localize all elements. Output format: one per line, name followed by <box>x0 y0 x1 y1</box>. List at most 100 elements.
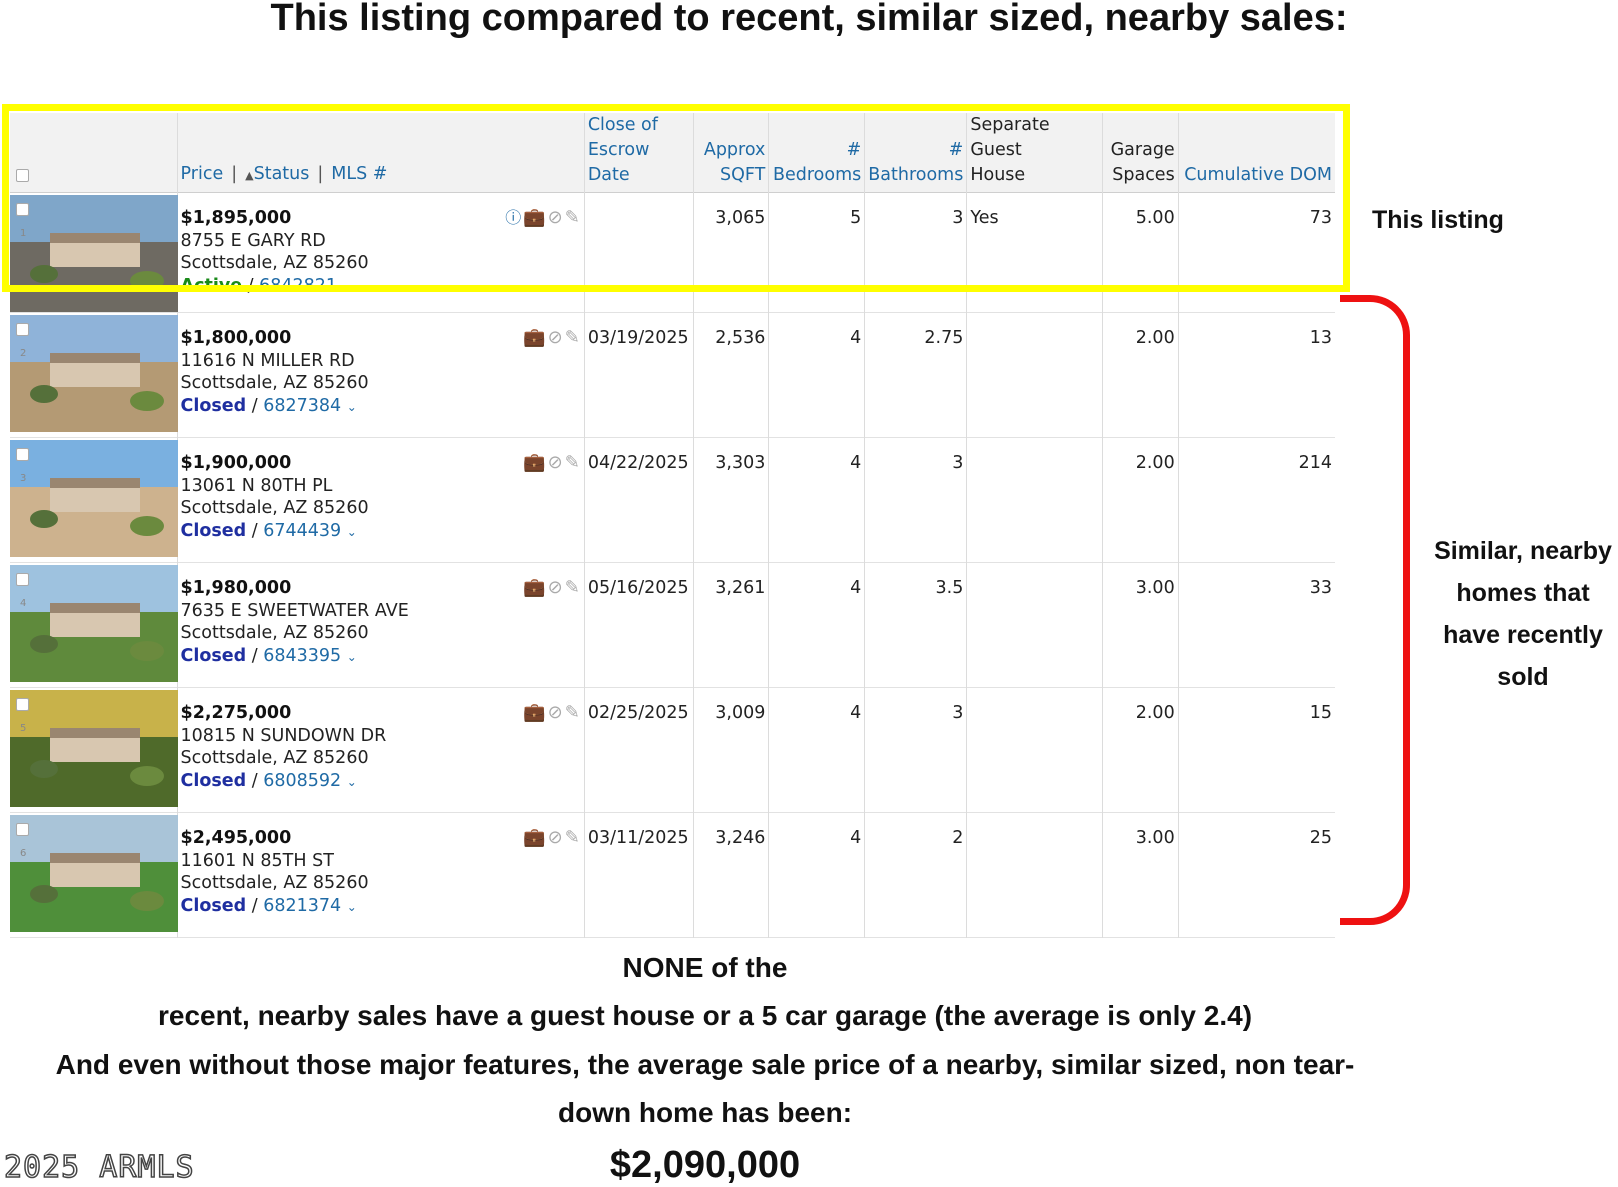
bedrooms-cell: 4 <box>768 437 866 563</box>
dom-cell: 15 <box>1309 703 1332 723</box>
row-actions: 💼⊘✎ <box>523 702 582 725</box>
mls-number-link[interactable]: 6808592 <box>263 771 341 791</box>
row-actions: 💼⊘✎ <box>523 827 582 850</box>
similar-homes-note: Similar, nearby homes that have recently… <box>1434 537 1612 691</box>
similar-homes-bracket <box>1340 295 1410 925</box>
listing-summary-cell: $1,800,000 11616 N MILLER RD Scottsdale, A… <box>177 312 585 438</box>
summary-line-3: And even without those major features, t… <box>55 1049 1355 1080</box>
block-icon[interactable]: ⊘ <box>548 577 565 598</box>
mls-number-link[interactable]: 6827384 <box>263 396 341 416</box>
photo-cell: 4 <box>10 562 178 688</box>
mls-number-link[interactable]: 6843395 <box>263 646 341 666</box>
listing-price: $1,980,000 <box>180 578 292 598</box>
listing-price: $2,275,000 <box>180 703 292 723</box>
table-row[interactable]: 6 $2,495,000 11601 N 85TH ST Scottsdale, AZ… <box>10 812 1335 938</box>
listing-city: Scottsdale, AZ 85260 <box>180 623 369 643</box>
listing-photo[interactable]: 3 <box>10 440 178 557</box>
briefcase-icon[interactable]: 💼 <box>523 577 547 598</box>
edit-icon[interactable]: ✎ <box>565 827 582 848</box>
listing-price: $2,495,000 <box>180 828 292 848</box>
row-number: 3 <box>20 473 27 484</box>
garage-cell: 2.00 <box>1102 312 1179 438</box>
listing-status: Closed <box>180 770 247 791</box>
bathrooms-cell: 3 <box>864 437 968 563</box>
bathrooms-cell: 2.75 <box>864 312 968 438</box>
sqft-cell: 3,261 <box>693 562 770 688</box>
listing-price: $1,800,000 <box>180 328 292 348</box>
block-icon[interactable]: ⊘ <box>548 452 565 473</box>
listing-photo[interactable]: 5 <box>10 690 178 807</box>
briefcase-icon[interactable]: 💼 <box>523 827 547 848</box>
briefcase-icon[interactable]: 💼 <box>523 702 547 723</box>
table-row[interactable]: 2 $1,800,000 11616 N MILLER RD Scottsdale, … <box>10 312 1335 438</box>
listing-city: Scottsdale, AZ 85260 <box>180 373 369 393</box>
row-checkbox[interactable] <box>16 823 29 836</box>
row-checkbox[interactable] <box>16 573 29 586</box>
row-checkbox[interactable] <box>16 448 29 461</box>
row-actions: 💼⊘✎ <box>523 327 582 350</box>
listing-status: Closed <box>180 395 247 416</box>
listing-photo[interactable]: 2 <box>10 315 178 432</box>
photo-cell: 6 <box>10 812 178 938</box>
listing-status: Closed <box>180 645 247 666</box>
row-checkbox[interactable] <box>16 323 29 336</box>
close-date-cell: 05/16/2025 <box>584 562 695 688</box>
bathrooms-cell: 3.5 <box>864 562 968 688</box>
bedrooms-cell: 4 <box>768 312 866 438</box>
table-row[interactable]: 4 $1,980,000 7635 E SWEETWATER AVE Scottsda… <box>10 562 1335 688</box>
listing-street: 11616 N MILLER RD <box>180 350 355 371</box>
sqft-cell: 3,009 <box>693 687 770 813</box>
listing-city: Scottsdale, AZ 85260 <box>180 873 369 893</box>
block-icon[interactable]: ⊘ <box>548 827 565 848</box>
chevron-down-icon[interactable]: ⌄ <box>347 775 357 789</box>
chevron-down-icon[interactable]: ⌄ <box>347 400 357 414</box>
garage-cell: 3.00 <box>1102 562 1179 688</box>
garage-cell: 2.00 <box>1102 437 1179 563</box>
briefcase-icon[interactable]: 💼 <box>523 452 547 473</box>
listing-street: 7635 E SWEETWATER AVE <box>180 600 409 621</box>
edit-icon[interactable]: ✎ <box>565 702 582 723</box>
sqft-cell: 2,536 <box>693 312 770 438</box>
sqft-cell: 3,246 <box>693 812 770 938</box>
listing-photo[interactable]: 6 <box>10 815 178 932</box>
summary-line-1: NONE of the <box>622 952 788 983</box>
sqft-cell: 3,303 <box>693 437 770 563</box>
photo-cell: 2 <box>10 312 178 438</box>
summary-line-4: down home has been: <box>557 1097 853 1128</box>
listing-photo[interactable]: 4 <box>10 565 178 682</box>
garage-cell: 2.00 <box>1102 687 1179 813</box>
briefcase-icon[interactable]: 💼 <box>523 327 547 348</box>
listing-status: Closed <box>180 520 247 541</box>
guest-house-cell <box>966 312 1104 438</box>
guest-house-cell <box>966 437 1104 563</box>
chevron-down-icon[interactable]: ⌄ <box>347 525 357 539</box>
chevron-down-icon[interactable]: ⌄ <box>347 650 357 664</box>
close-date-cell: 03/19/2025 <box>584 312 695 438</box>
row-number: 2 <box>20 348 27 359</box>
edit-icon[interactable]: ✎ <box>565 452 582 473</box>
mls-number-link[interactable]: 6744439 <box>263 521 341 541</box>
average-sale-price: $2,090,000 <box>609 1144 801 1186</box>
copyright-watermark: 2025 ARMLS <box>3 1149 195 1186</box>
listing-street: 13061 N 80TH PL <box>180 475 333 496</box>
edit-icon[interactable]: ✎ <box>565 577 582 598</box>
mls-number-link[interactable]: 6821374 <box>263 896 341 916</box>
block-icon[interactable]: ⊘ <box>548 702 565 723</box>
table-row[interactable]: 3 $1,900,000 13061 N 80TH PL Scottsdale, AZ… <box>10 437 1335 563</box>
listing-street: 10815 N SUNDOWN DR <box>180 725 387 746</box>
close-date-cell: 03/11/2025 <box>584 812 695 938</box>
edit-icon[interactable]: ✎ <box>565 327 582 348</box>
close-date-cell: 04/22/2025 <box>584 437 695 563</box>
table-row[interactable]: 5 $2,275,000 10815 N SUNDOWN DR Scottsdale,… <box>10 687 1335 813</box>
dom-cell: 25 <box>1309 828 1332 848</box>
chevron-down-icon[interactable]: ⌄ <box>347 900 357 914</box>
listing-summary-cell: $2,495,000 11601 N 85TH ST Scottsdale, AZ … <box>177 812 585 938</box>
photo-cell: 5 <box>10 687 178 813</box>
listing-city: Scottsdale, AZ 85260 <box>180 748 369 768</box>
listing-summary-cell: $1,900,000 13061 N 80TH PL Scottsdale, AZ … <box>177 437 585 563</box>
block-icon[interactable]: ⊘ <box>548 327 565 348</box>
garage-cell: 3.00 <box>1102 812 1179 938</box>
row-checkbox[interactable] <box>16 698 29 711</box>
listing-summary-cell: $2,275,000 10815 N SUNDOWN DR Scottsdale, … <box>177 687 585 813</box>
summary-line-2: recent, nearby sales have a guest house … <box>157 1000 1253 1031</box>
